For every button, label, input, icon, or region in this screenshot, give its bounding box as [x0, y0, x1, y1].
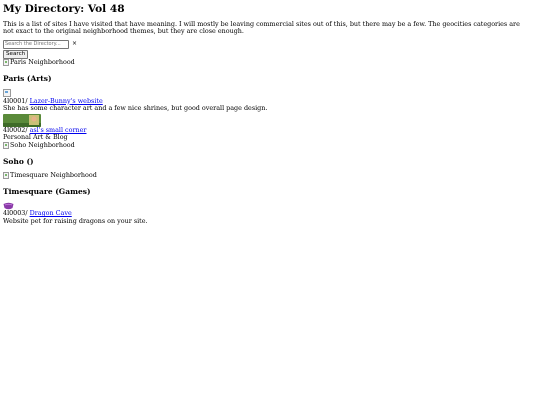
- broken-image-icon: [3, 59, 9, 67]
- timesquare-neighborhood-image: Timesquare Neighborhood: [3, 172, 537, 180]
- entry-link-dragon-cave[interactable]: Dragon Cave: [30, 209, 72, 217]
- timesquare-image-alt: Timesquare Neighborhood: [10, 171, 97, 180]
- intro-text: This is a list of sites I have visited t…: [3, 19, 520, 36]
- list-item: 4l0002/ asl's small corner Personal Art …: [3, 113, 537, 142]
- clear-search-icon[interactable]: ×: [72, 41, 77, 47]
- page: My Directory: Vol 48 This is a list of s…: [0, 0, 540, 225]
- entry-description: She has some character art and a few nic…: [3, 104, 268, 113]
- soho-image-alt: Soho Neighborhood: [10, 141, 75, 150]
- entry-id: 4l0003/: [3, 208, 28, 217]
- entry-description: Website pet for raising dragons on your …: [3, 216, 148, 225]
- page-title: My Directory: Vol 48: [3, 3, 125, 15]
- soho-heading: Soho (): [3, 156, 34, 166]
- list-item: 4l0003/ Dragon Cave Website pet for rais…: [3, 202, 537, 225]
- list-item: 4l0001/ Lazer-Bunny's website She has so…: [3, 88, 537, 113]
- paris-neighborhood-image: Paris Neighborhood: [3, 58, 537, 67]
- search-row: ×: [3, 39, 537, 49]
- broken-image-icon: [3, 142, 9, 150]
- site-button-image: [3, 88, 11, 97]
- timesquare-heading: Timesquare (Games): [3, 186, 91, 196]
- broken-image-icon: [3, 172, 9, 180]
- entry-description: Personal Art & Blog: [3, 133, 68, 142]
- paris-heading: Paris (Arts): [3, 73, 52, 83]
- soho-neighborhood-image: Soho Neighborhood: [3, 142, 537, 150]
- paris-image-alt: Paris Neighborhood: [10, 58, 75, 67]
- search-input[interactable]: [3, 39, 69, 49]
